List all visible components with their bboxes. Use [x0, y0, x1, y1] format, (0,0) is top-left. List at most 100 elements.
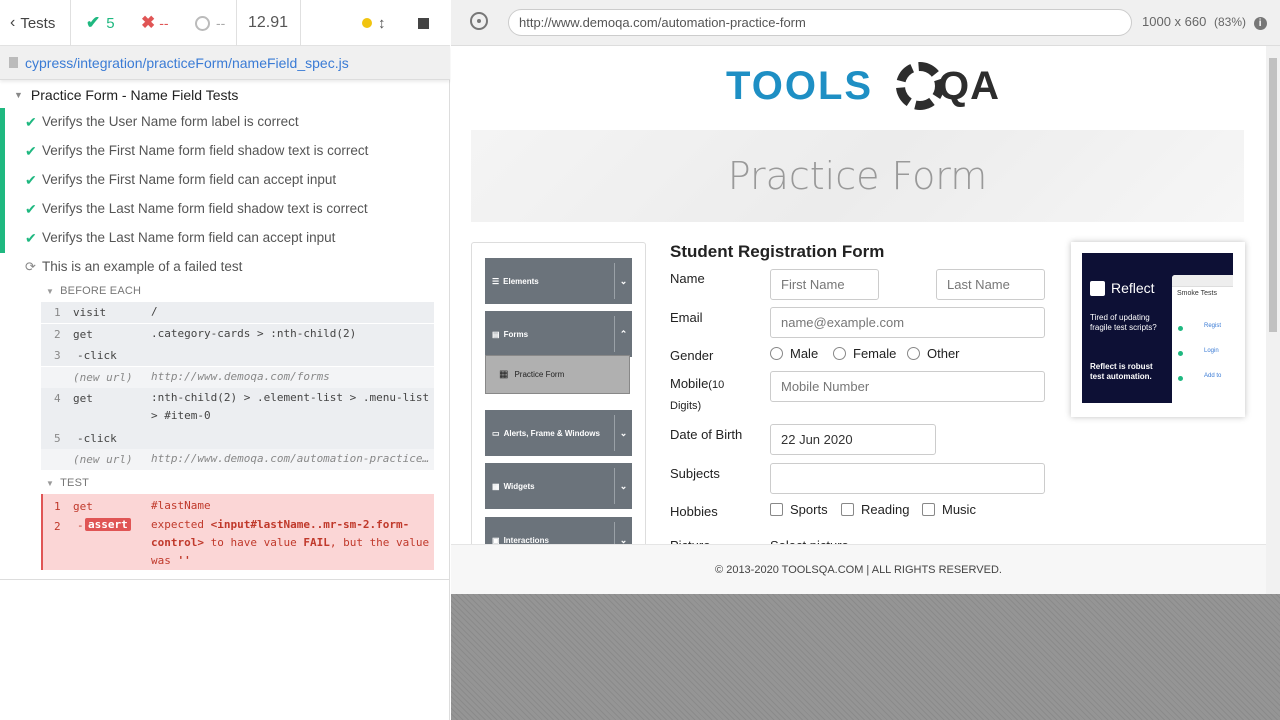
- command-message: http://www.demoqa.com/automation-practic…: [151, 452, 430, 465]
- mobile-placeholder: Mobile Number: [781, 379, 870, 394]
- test-hook[interactable]: ▼ TEST: [46, 477, 89, 489]
- sidebar-group-forms[interactable]: ▤ Forms ⌃: [485, 311, 632, 357]
- test-row[interactable]: ✔ Verifys the Last Name form field shado…: [0, 195, 450, 224]
- command-number: 2: [54, 328, 61, 341]
- check-icon: ✔: [25, 230, 37, 246]
- command-message: .category-cards > :nth-child(2): [151, 327, 357, 340]
- hobby-sports-checkbox[interactable]: Sports: [770, 502, 828, 517]
- viewport-size: 1000 x 660 (83%) i: [1142, 14, 1267, 30]
- gender-radio-male[interactable]: Male: [770, 346, 818, 361]
- hook-title: TEST: [60, 477, 90, 489]
- command-row[interactable]: 1 get #lastName: [43, 496, 434, 516]
- spec-file-link[interactable]: cypress/integration/practiceForm/nameFie…: [0, 46, 450, 80]
- command-message: :nth-child(2) > .element-list > .menu-li…: [151, 391, 430, 422]
- assert-text: expected: [151, 518, 204, 531]
- passed-value: 5: [106, 14, 115, 32]
- ad-brand: Reflect: [1111, 280, 1155, 296]
- email-input[interactable]: name@example.com: [770, 307, 1045, 338]
- viewport-dimensions: 1000 x 660: [1142, 14, 1207, 29]
- mobile-input[interactable]: Mobile Number: [770, 371, 1045, 402]
- toolsqa-logo[interactable]: TOOLS QA: [726, 58, 999, 120]
- back-to-tests-button[interactable]: ‹ Tests: [10, 0, 55, 46]
- radio-label: Female: [853, 346, 897, 361]
- sidebar-group-widgets[interactable]: ▦ Widgets ⌄: [485, 463, 632, 509]
- sidebar-group-alerts[interactable]: ▭ Alerts, Frame & Windows ⌄: [485, 410, 632, 456]
- status-dot-icon: [362, 18, 372, 28]
- assert-expected: FAIL: [303, 536, 330, 549]
- before-each-hook[interactable]: ▼ BEFORE EACH: [46, 285, 141, 297]
- suite-title[interactable]: ▼ Practice Form - Name Field Tests: [14, 86, 238, 104]
- command-row[interactable]: 3 -click: [41, 345, 434, 366]
- last-name-placeholder: Last Name: [947, 277, 1010, 292]
- reflect-logo: Reflect: [1090, 280, 1155, 296]
- test-row[interactable]: ✔ Verifys the First Name form field can …: [0, 166, 450, 195]
- command-row[interactable]: 1 visit /: [41, 302, 434, 323]
- aut-scrollbar[interactable]: [1266, 46, 1280, 594]
- circle-icon: [195, 15, 210, 31]
- command-row[interactable]: 4 get :nth-child(2) > .element-list > .m…: [41, 388, 434, 428]
- hobby-reading-checkbox[interactable]: Reading: [841, 502, 909, 517]
- group-label: Widgets: [503, 481, 535, 491]
- test-title: Verifys the First Name form field shadow…: [42, 143, 369, 158]
- list-icon: ▤: [492, 329, 500, 339]
- first-name-input[interactable]: First Name: [770, 269, 879, 300]
- gender-label: Gender: [670, 348, 714, 363]
- command-number: 4: [54, 392, 61, 405]
- duration: 12.91: [248, 0, 288, 46]
- reflect-ad[interactable]: Reflect Tired of updating fragile test s…: [1071, 242, 1245, 417]
- command-name: visit: [73, 306, 107, 319]
- form-icon: ▦: [499, 369, 509, 380]
- url-field[interactable]: http://www.demoqa.com/automation-practic…: [508, 9, 1132, 36]
- reporter-panel: ‹ Tests ✔ 5 ✖ -- -- 12.91 ↕ cypress/inte…: [0, 0, 450, 720]
- page-banner: Practice Form: [471, 130, 1244, 222]
- last-name-input[interactable]: Last Name: [936, 269, 1045, 300]
- checkbox-label: Sports: [790, 502, 828, 517]
- cypress-runner: ‹ Tests ✔ 5 ✖ -- -- 12.91 ↕ cypress/inte…: [0, 0, 1280, 720]
- subjects-input[interactable]: [770, 463, 1045, 494]
- test-title: Verifys the Last Name form field shadow …: [42, 201, 368, 216]
- command-number: 2: [54, 520, 61, 533]
- command-message: #lastName: [151, 499, 211, 512]
- caret-down-icon: ▼: [46, 478, 55, 488]
- email-placeholder: name@example.com: [781, 315, 905, 330]
- chevron-left-icon: ‹: [10, 14, 16, 31]
- spec-path-text: cypress/integration/practiceForm/nameFie…: [25, 54, 349, 71]
- mobile-label: Mobile(10 Digits): [670, 374, 738, 416]
- command-row[interactable]: 5 -click: [41, 428, 434, 449]
- checkbox-label: Reading: [861, 502, 910, 517]
- subjects-label: Subjects: [670, 466, 720, 481]
- failed-count: ✖ --: [141, 0, 169, 46]
- test-row[interactable]: ✔ Verifys the User Name form label is co…: [0, 108, 450, 137]
- assert-row[interactable]: 2 - assert expected <input#lastName..mr-…: [43, 516, 434, 570]
- dob-input[interactable]: 22 Jun 2020: [770, 424, 936, 455]
- command-row[interactable]: 2 get .category-cards > :nth-child(2): [41, 324, 434, 345]
- hobby-music-checkbox[interactable]: Music: [922, 502, 976, 517]
- check-icon: ✔: [25, 201, 37, 217]
- ad-item: Regist: [1204, 323, 1222, 329]
- stop-button[interactable]: [418, 0, 429, 46]
- failed-test-row[interactable]: ⟳ This is an example of a failed test: [0, 253, 450, 282]
- test-row[interactable]: ✔ Verifys the Last Name form field can a…: [0, 224, 450, 253]
- info-icon[interactable]: i: [1253, 17, 1267, 30]
- command-number: 3: [54, 349, 61, 362]
- test-row[interactable]: ✔ Verifys the First Name form field shad…: [0, 137, 450, 166]
- x-icon: ✖: [141, 13, 156, 32]
- sidebar-group-elements[interactable]: ☰ Elements ⌄: [485, 258, 632, 304]
- logo-text: TOOLS: [726, 64, 874, 108]
- sidebar: ☰ Elements ⌄ ▤ Forms ⌃ ▦ Practice Form ▭ Ale…: [471, 242, 646, 552]
- command-message: http://www.demoqa.com/forms: [151, 370, 330, 383]
- sidebar-item-practice-form[interactable]: ▦ Practice Form: [485, 355, 630, 394]
- gender-radio-other[interactable]: Other: [907, 346, 960, 361]
- form-title: Student Registration Form: [670, 242, 885, 261]
- stop-icon: [418, 17, 429, 29]
- scrollbar-thumb[interactable]: [1269, 58, 1277, 332]
- app-under-test: TOOLS QA Practice Form ☰ Elements ⌄ ▤ Form…: [451, 46, 1280, 594]
- footer-text: © 2013-2020 TOOLSQA.COM | ALL RIGHTS RES…: [715, 563, 1002, 576]
- radio-label: Male: [790, 346, 819, 361]
- stats-bar: ‹ Tests ✔ 5 ✖ -- -- 12.91 ↕: [0, 0, 450, 46]
- gender-radio-female[interactable]: Female: [833, 346, 896, 361]
- auto-scroll-toggle[interactable]: ↕: [362, 0, 386, 46]
- assert-actual: '': [177, 554, 191, 567]
- pending-value: --: [216, 15, 226, 31]
- command-name: get: [73, 392, 93, 405]
